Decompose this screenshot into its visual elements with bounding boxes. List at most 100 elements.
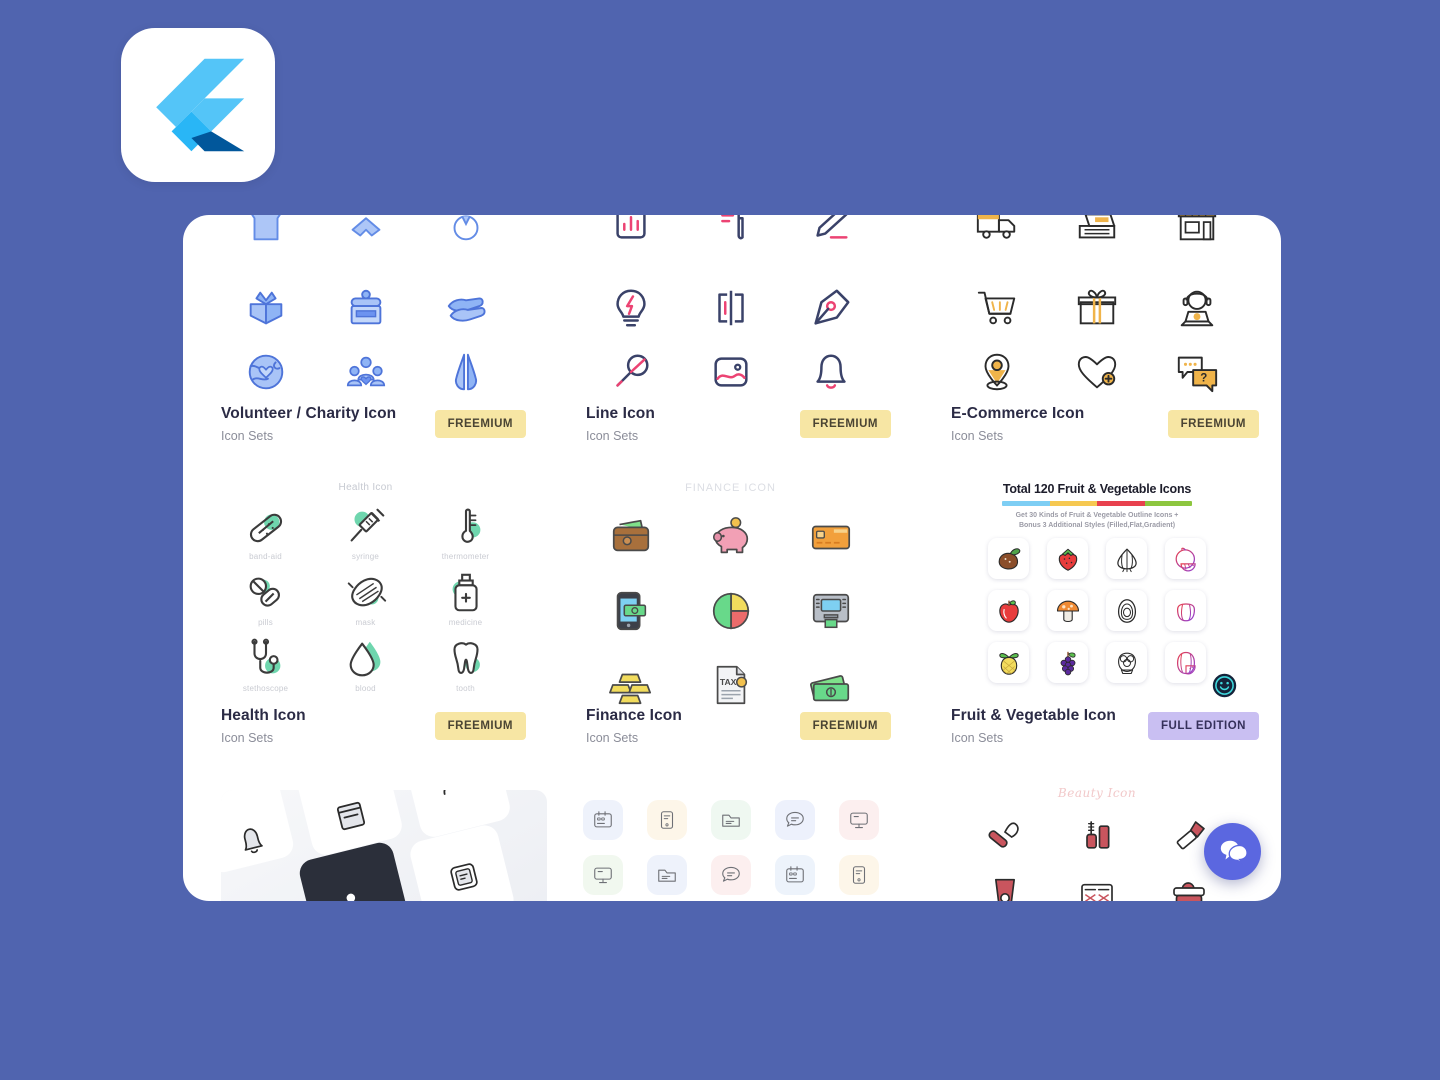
preview-finance: FINANCE ICON TAX — [548, 472, 913, 705]
microphone-icon — [615, 353, 649, 387]
badge-freemium[interactable]: FREEMIUM — [799, 410, 891, 438]
location-pin-icon — [984, 353, 1010, 390]
svg-text:?: ? — [1200, 372, 1207, 384]
file-icon — [852, 865, 865, 884]
mini-tile — [582, 854, 623, 895]
preview-header-beauty: Beauty Icon — [1057, 786, 1137, 800]
health-icon-stethoscope: stethoscope — [243, 636, 289, 693]
icon-grid-line — [581, 215, 881, 404]
set-subtitle: Icon Sets — [586, 731, 639, 745]
file-icon — [660, 810, 673, 829]
fruit-promo-color-bar — [1002, 501, 1192, 506]
icon-label: band-aid — [249, 551, 282, 561]
syringe-icon — [350, 508, 384, 541]
lightbulb-icon — [615, 289, 646, 326]
pencil-icon — [815, 215, 848, 239]
mini-tile — [774, 854, 815, 895]
chat-bubbles-icon — [1220, 840, 1248, 865]
makeup-brush-icon — [988, 822, 1019, 848]
flutter-logo-icon — [156, 58, 245, 152]
mini-tile — [646, 799, 687, 840]
badge-freemium[interactable]: FREEMIUM — [434, 410, 526, 438]
chat-icon — [721, 866, 740, 882]
fruit-tile-garlic — [1106, 538, 1147, 579]
chestnut-icon — [998, 547, 1020, 569]
storefront-icon — [1177, 215, 1217, 240]
meta-finance: Finance Icon Icon Sets FREEMIUM — [548, 702, 913, 774]
fruit-tile-apple — [988, 590, 1029, 631]
meta-health: Health Icon Icon Sets FREEMIUM — [183, 702, 548, 774]
donation-jar-icon — [350, 289, 381, 324]
pie-chart-icon — [712, 592, 749, 630]
fruit-promo-subline-1: Get 30 Kinds of Fruit & Vegetable Outlin… — [1015, 512, 1179, 519]
avocado-icon — [1117, 598, 1136, 623]
people-group-icon — [346, 356, 385, 386]
health-icon-mask: mask — [343, 570, 389, 627]
icon-grid-volunteer — [216, 215, 516, 404]
badge-freemium[interactable]: FREEMIUM — [799, 712, 891, 740]
set-subtitle: Icon Sets — [951, 429, 1004, 443]
fruit-icon-grid — [979, 538, 1215, 694]
icon-label: medicine — [448, 617, 483, 627]
calendar-icon — [593, 810, 612, 827]
mascara-icon — [1086, 821, 1110, 849]
preview-header-finance: FINANCE ICON — [685, 482, 776, 494]
gallery-cell-finance[interactable]: FINANCE ICON TAX Finance Icon Icon Sets … — [548, 472, 913, 774]
badge-freemium[interactable]: FREEMIUM — [1167, 410, 1259, 438]
icon-label: syringe — [351, 551, 380, 561]
gallery-cell-ecommerce[interactable]: ? E-Commerce Icon Icon Sets FREEMIUM — [913, 215, 1281, 472]
icon-grid-health: band-aid syringe thermometer pills mask … — [216, 499, 516, 697]
gallery-cell-line[interactable]: Line Icon Icon Sets FREEMIUM — [548, 215, 913, 472]
cash-register-icon — [1078, 215, 1116, 238]
mini-tile — [838, 854, 879, 895]
mini-tile — [646, 854, 687, 895]
gallery-cell-mini-outline[interactable] — [548, 780, 913, 901]
apple-icon — [998, 599, 1019, 623]
mini-tile — [774, 799, 815, 840]
icon-label: stethoscope — [242, 683, 289, 693]
chat-fab-button[interactable] — [1204, 823, 1261, 880]
pineapple-icon — [998, 652, 1019, 675]
gallery-cell-volunteer[interactable]: Volunteer / Charity Icon Icon Sets FREEM… — [183, 215, 548, 472]
fruit-tile-orange — [1165, 538, 1206, 579]
fruit-tile-watermelon — [1165, 642, 1206, 683]
set-title: Finance Icon — [586, 707, 682, 724]
blood-icon — [349, 641, 380, 676]
pills-icon — [249, 577, 280, 607]
customer-support-icon — [1180, 290, 1214, 326]
tshirt-icon — [251, 215, 280, 240]
globe-heart-icon — [248, 354, 283, 389]
thermometer-icon — [460, 507, 480, 543]
strawberry-icon — [1058, 548, 1077, 571]
badge-freemium[interactable]: FREEMIUM — [434, 712, 526, 740]
icon-label: blood — [355, 683, 376, 693]
folder-icon — [657, 869, 676, 882]
credit-card-icon — [811, 525, 850, 550]
preview-ecommerce: ? — [913, 215, 1281, 400]
gallery-cell-fruit-vegetable[interactable]: Total 120 Fruit & Vegetable Icons Get 30… — [913, 472, 1281, 774]
health-icon-blood: blood — [343, 636, 389, 693]
mask-icon — [347, 577, 386, 606]
mushroom-icon — [1056, 600, 1079, 622]
isometric-icon-card — [221, 790, 547, 901]
set-subtitle: Icon Sets — [586, 429, 639, 443]
set-subtitle: Icon Sets — [221, 429, 274, 443]
helping-hands-icon — [447, 296, 486, 322]
badge-full-edition[interactable]: FULL EDITION — [1147, 712, 1259, 740]
set-subtitle: Icon Sets — [221, 731, 274, 745]
gallery-cell-health[interactable]: Health Icon band-aid syringe thermometer… — [183, 472, 548, 774]
stethoscope-icon — [250, 638, 280, 674]
gallery-cell-isometric[interactable] — [183, 780, 548, 901]
smiley-face-badge[interactable] — [1212, 673, 1237, 698]
preview-volunteer — [183, 215, 548, 400]
beauty-icon-grid — [959, 808, 1235, 901]
cream-jar-icon — [1173, 882, 1205, 901]
garlic-icon — [1116, 548, 1137, 572]
image-icon — [713, 356, 748, 387]
svg-text:TAX: TAX — [719, 677, 736, 687]
shopping-cart-icon — [977, 291, 1016, 324]
meta-fruit-vegetable: Fruit & Vegetable Icon Icon Sets FULL ED… — [913, 702, 1281, 774]
icon-grid-finance: TAX — [581, 500, 881, 722]
icon-label: thermometer — [441, 551, 490, 561]
icon-grid-ecommerce: ? — [947, 215, 1247, 404]
